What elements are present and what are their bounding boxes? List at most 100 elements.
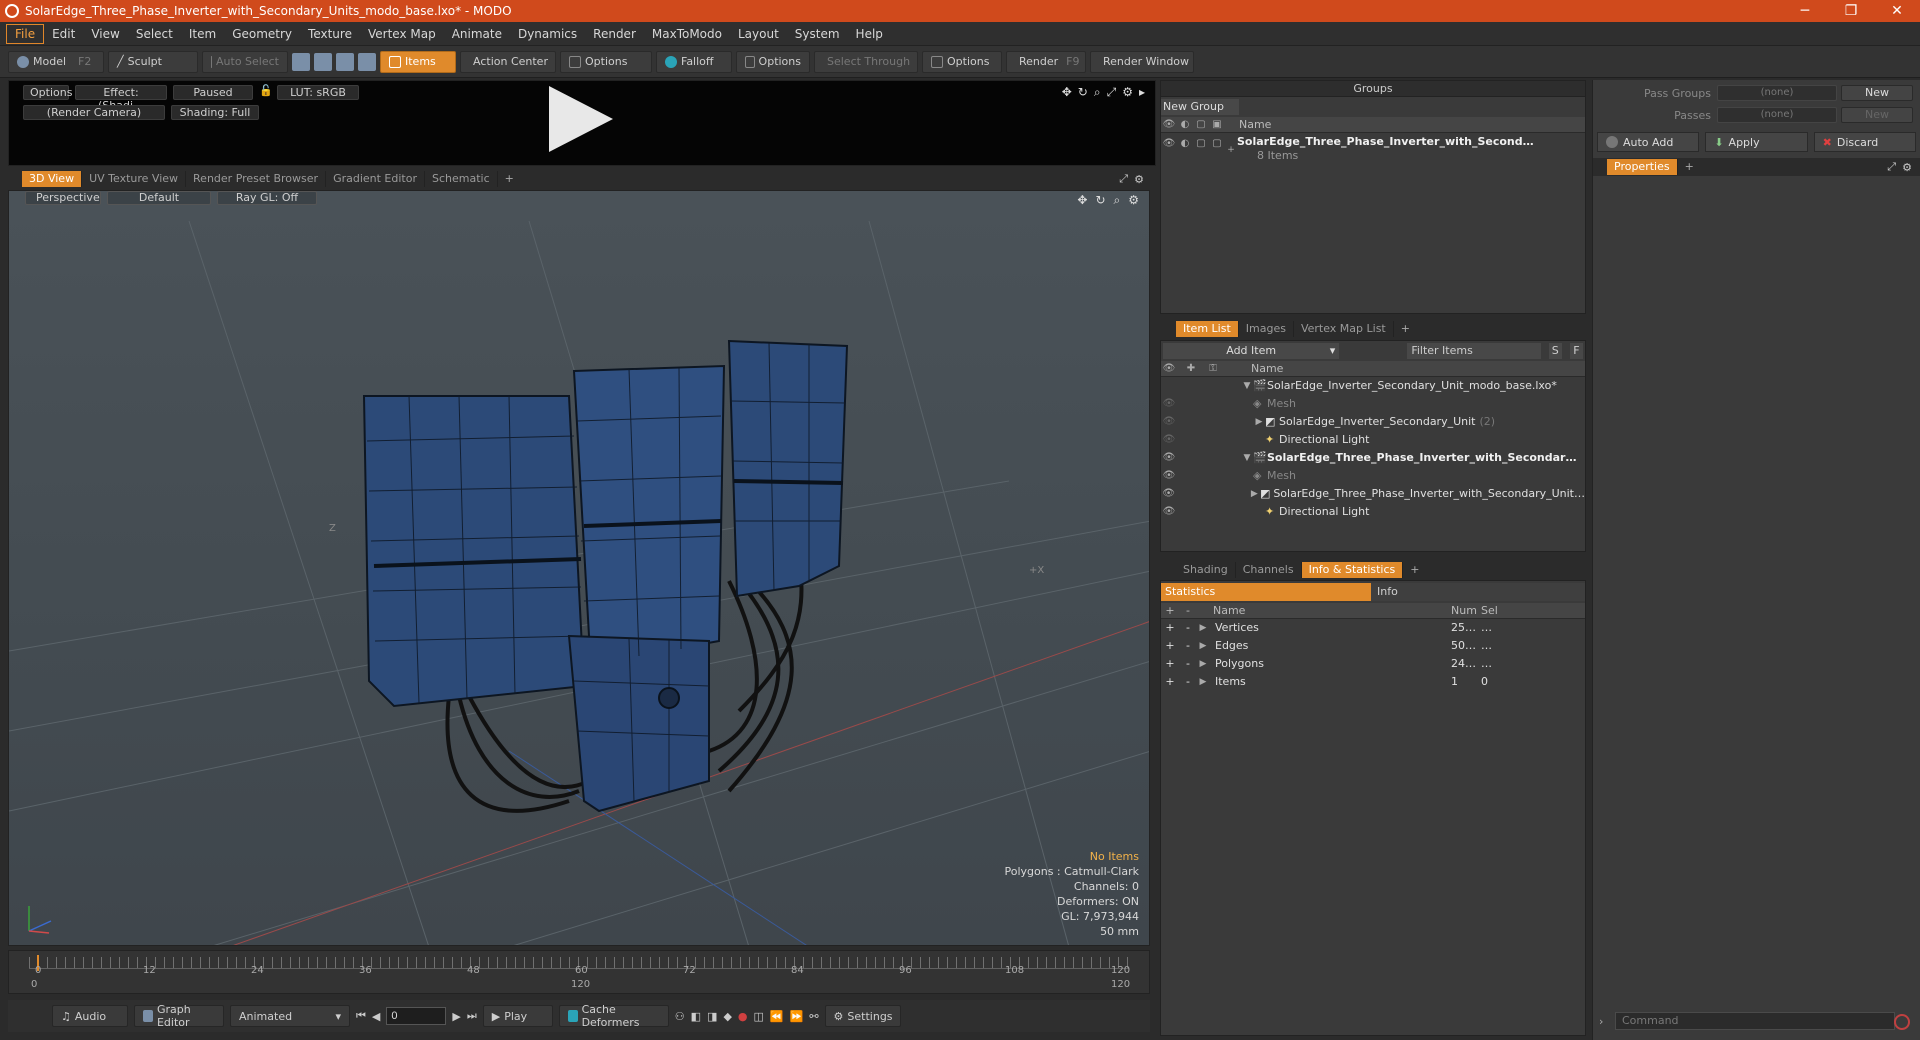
step-back-icon[interactable]: ◀ (372, 1010, 380, 1023)
frame-input[interactable] (386, 1007, 447, 1025)
statistics-tab[interactable]: Statistics (1161, 583, 1371, 601)
tab-3d-view[interactable]: 3D View (22, 171, 83, 187)
material-mode-icon[interactable] (358, 52, 376, 71)
3d-viewport[interactable]: Perspective Default Ray GL: Off ✥ ↻ ⌕ ⚙ … (8, 190, 1150, 946)
remove-icon[interactable]: - (1179, 619, 1197, 637)
tab-uv-texture-view[interactable]: UV Texture View (82, 171, 187, 187)
list-item[interactable]: 👁 ▶ ◩ SolarEdge_Inverter_Secondary_Unit … (1161, 413, 1585, 431)
settings-button[interactable]: ⚙ Settings (824, 1005, 901, 1027)
apply-button[interactable]: ⬇ Apply (1705, 132, 1808, 152)
f-toggle[interactable]: F (1569, 343, 1583, 359)
menu-system[interactable]: System (787, 25, 848, 43)
tab-gradient-editor[interactable]: Gradient Editor (326, 171, 425, 187)
prev-key-icon[interactable]: ⏪ (770, 1010, 784, 1023)
eye-icon[interactable]: 👁 (1161, 503, 1177, 521)
menu-animate[interactable]: Animate (444, 25, 510, 43)
select-toggle-icon[interactable]: ▢ (1209, 135, 1225, 153)
add-tab-button[interactable]: + (1403, 562, 1426, 578)
list-item[interactable]: 👁 ▼ 🎬 SolarEdge_Three_Phase_Inverter_wit… (1161, 449, 1585, 467)
menu-view[interactable]: View (83, 25, 127, 43)
list-item[interactable]: ▼ 🎬 SolarEdge_Inverter_Secondary_Unit_mo… (1161, 377, 1585, 395)
info-tab[interactable]: Info (1371, 583, 1585, 601)
key-next-icon[interactable]: ◨ (707, 1010, 717, 1023)
group-row[interactable]: 👁 ◐ ▢ ▢ + SolarEdge_Three_Phase_Inverter… (1161, 133, 1585, 163)
play-icon[interactable] (549, 86, 613, 152)
viewport-expand-icon[interactable]: ⤢ (1119, 172, 1128, 186)
eye-icon[interactable]: 👁 (1161, 135, 1177, 153)
lock-toggle-icon[interactable]: ▢ (1193, 135, 1209, 153)
items-mode-button[interactable]: Items (380, 50, 456, 73)
shading-dropdown[interactable]: Shading: Full (171, 105, 259, 120)
render-button[interactable]: Render F9 (1006, 50, 1086, 73)
filter-items-input[interactable]: Filter Items (1407, 343, 1541, 359)
auto-select-button[interactable]: Auto Select (202, 50, 288, 73)
discard-button[interactable]: ✖ Discard (1813, 132, 1916, 152)
tab-images[interactable]: Images (1239, 321, 1294, 337)
keyframe-icon[interactable]: ◆ (723, 1010, 731, 1023)
maximize-button[interactable]: ❐ (1828, 0, 1874, 22)
expand-panel-icon[interactable]: ⤢ (1887, 160, 1896, 174)
eye-icon[interactable]: 👁 (1161, 449, 1177, 467)
polygon-mode-icon[interactable] (336, 52, 354, 71)
add-tab-button[interactable]: + (1678, 159, 1701, 175)
add-icon[interactable]: + (1161, 655, 1179, 673)
lock-icon[interactable]: 🔓 (259, 84, 273, 97)
expand-icon[interactable]: + (1225, 141, 1237, 159)
falloff-options-button[interactable]: Options (736, 50, 810, 73)
add-tab-button[interactable]: + (1394, 321, 1417, 337)
list-item[interactable]: 👁 ◈ Mesh (1161, 467, 1585, 485)
cache-deformers-button[interactable]: Cache Deformers (558, 1003, 669, 1029)
menu-maxtomodo[interactable]: MaxToModo (644, 25, 730, 43)
tab-render-preset-browser[interactable]: Render Preset Browser (186, 171, 327, 187)
eye-icon[interactable]: 👁 (1161, 485, 1176, 503)
eye-icon[interactable]: 👁 (1161, 431, 1177, 449)
menu-layout[interactable]: Layout (730, 25, 787, 43)
expand-icon[interactable]: ▶ (1197, 655, 1209, 673)
key-icon[interactable]: ⚇ (675, 1010, 685, 1023)
key-prev-icon[interactable]: ◧ (691, 1010, 701, 1023)
menu-texture[interactable]: Texture (300, 25, 360, 43)
menu-render[interactable]: Render (585, 25, 644, 43)
expand-icon[interactable]: ▶ (1197, 619, 1209, 637)
zoom-icon[interactable]: ⌕ (1094, 85, 1101, 100)
remove-icon[interactable]: - (1179, 637, 1197, 655)
audio-button[interactable]: ♫ Audio (52, 1005, 128, 1027)
remove-icon[interactable]: - (1179, 673, 1197, 691)
eye-icon[interactable]: 👁 (1161, 467, 1177, 485)
tab-channels[interactable]: Channels (1236, 562, 1302, 578)
stat-row-items[interactable]: + - ▶ Items 1 0 (1161, 673, 1585, 691)
menu-dynamics[interactable]: Dynamics (510, 25, 585, 43)
menu-edit[interactable]: Edit (44, 25, 83, 43)
graph-editor-button[interactable]: Graph Editor (134, 1003, 224, 1029)
s-toggle[interactable]: S (1548, 343, 1562, 359)
command-history-icon[interactable] (1894, 1014, 1910, 1030)
tab-item-list[interactable]: Item List (1176, 321, 1239, 337)
collapse-icon[interactable]: ▼ (1241, 377, 1253, 395)
viewport-gear-icon[interactable]: ⚙ (1134, 173, 1144, 186)
tab-info-statistics[interactable]: Info & Statistics (1301, 562, 1404, 578)
preview-options-button[interactable]: Options (23, 85, 72, 100)
add-tab-button[interactable]: + (498, 171, 521, 187)
pass-groups-dropdown[interactable]: (none) (1717, 85, 1837, 101)
edge-mode-icon[interactable] (314, 52, 332, 71)
collapse-icon[interactable]: ▼ (1241, 449, 1253, 467)
record-icon[interactable]: ● (738, 1010, 748, 1023)
tab-properties[interactable]: Properties (1607, 159, 1678, 175)
render-preview[interactable]: Options Effect: (Shadi… Paused 🔓 LUT: sR… (8, 80, 1156, 166)
new-group-button[interactable]: New Group (1161, 99, 1239, 115)
animated-dropdown[interactable]: Animated ▾ (230, 1005, 350, 1027)
list-item[interactable]: 👁 ▶ ◩ SolarEdge_Three_Phase_Inverter_wit… (1161, 485, 1585, 503)
eye-icon[interactable]: 👁 (1161, 413, 1177, 431)
expand-icon[interactable]: ▶ (1249, 485, 1260, 503)
expand-icon[interactable]: ▶ (1253, 413, 1265, 431)
render-window-button[interactable]: Render Window (1090, 50, 1194, 73)
menu-help[interactable]: Help (848, 25, 891, 43)
lut-dropdown[interactable]: LUT: sRGB (277, 85, 359, 100)
stat-row-edges[interactable]: + - ▶ Edges 50… … (1161, 637, 1585, 655)
select-through-options-button[interactable]: Options (922, 50, 1002, 73)
render-camera-dropdown[interactable]: (Render Camera) (23, 105, 165, 120)
timeline[interactable]: 0 12 24 36 48 60 72 84 96 108 120 0 120 … (8, 950, 1150, 994)
new-pass-group-button[interactable]: New (1841, 85, 1913, 101)
menu-geometry[interactable]: Geometry (224, 25, 300, 43)
play-button[interactable]: ▶ Play (482, 1005, 553, 1027)
